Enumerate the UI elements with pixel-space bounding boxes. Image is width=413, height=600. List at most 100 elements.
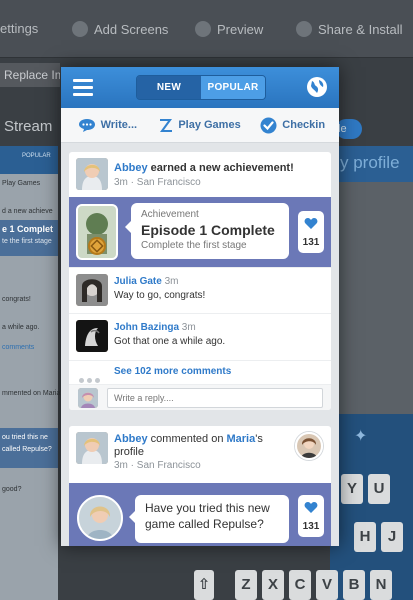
achievement-subtitle: Complete the first stage <box>141 240 247 251</box>
ellipsis-icon <box>79 370 105 383</box>
checkin-button[interactable]: Checkin <box>246 108 339 142</box>
tab-popular[interactable]: POPULAR <box>201 76 265 99</box>
play-games-button[interactable]: Play Games <box>154 108 247 142</box>
globe-icon[interactable] <box>306 76 328 98</box>
post-verb: commented on <box>147 433 227 445</box>
heart-icon <box>304 218 318 229</box>
twitter-icon: ✦ <box>354 428 368 445</box>
share-install-tool[interactable]: Share & Install <box>296 21 403 37</box>
post-meta: 3m · San Francisco <box>114 460 201 471</box>
profile-pill: le <box>336 119 362 139</box>
shift-key: ⇧ <box>194 570 214 600</box>
message-bubble: Have you tried this new game called Repu… <box>129 495 289 543</box>
post-meta: 3m · San Francisco <box>114 177 201 188</box>
preview-tool[interactable]: Preview <box>195 21 263 37</box>
left-preview-bar: POPULAR <box>0 146 58 174</box>
post-header: Abbey earned a new achievement! 3m · San… <box>69 152 331 196</box>
write-label: Write... <box>100 119 138 131</box>
achievement-title: Episode 1 Complete <box>141 222 275 238</box>
keyboard-key: J <box>381 522 403 552</box>
checkin-label: Checkin <box>282 119 326 131</box>
comment-author-link[interactable]: John Bazinga <box>114 322 179 333</box>
post-target-link[interactable]: Maria <box>227 433 256 445</box>
right-preview-title: y profile <box>340 153 400 172</box>
post-headline: Abbey commented on Maria's profile 3m · … <box>114 433 284 472</box>
like-count: 131 <box>302 521 320 532</box>
keyboard-key: B <box>343 570 365 600</box>
app-header: NEW POPULAR <box>61 67 339 108</box>
post-header: Abbey commented on Maria's profile 3m · … <box>69 426 331 478</box>
left-screen-preview[interactable]: POPULAR Play Games d a new achieve e 1 C… <box>0 146 65 600</box>
keyboard-key: N <box>370 570 392 600</box>
keyboard-key: V <box>316 570 338 600</box>
achievement-badge-icon <box>76 204 118 260</box>
left-preview-text: d a new achieve <box>2 208 53 215</box>
stream-label: Stream <box>4 118 53 135</box>
comment-author-link[interactable]: Julia Gate <box>114 276 162 287</box>
achievement-kicker: Achievement <box>141 209 199 220</box>
keyboard-key: Y <box>341 474 363 504</box>
comment-header: John Bazinga 3m <box>114 322 196 333</box>
left-preview-text: a while ago. <box>2 324 40 331</box>
comment-body: Got that one a while ago. <box>114 336 226 347</box>
left-preview-text: te the first stage <box>2 238 52 245</box>
keyboard-key: X <box>262 570 284 600</box>
eye-icon <box>195 21 211 37</box>
keyboard-key: C <box>289 570 311 600</box>
settings-tool[interactable]: ettings <box>0 21 38 36</box>
tab-new[interactable]: NEW <box>137 76 201 99</box>
post-author-link[interactable]: Abbey <box>114 162 148 174</box>
right-preview-bar: y profile <box>330 146 413 182</box>
editor-toolbar: ettings Add Screens Preview Share & Inst… <box>0 0 413 58</box>
keyboard-key: U <box>368 474 390 504</box>
post-headline: Abbey earned a new achievement! 3m · San… <box>114 161 294 190</box>
left-preview-play-games: Play Games <box>2 180 41 187</box>
like-button[interactable]: 131 <box>298 211 324 253</box>
feed-tabs: NEW POPULAR <box>136 75 266 100</box>
left-preview-tab: POPULAR <box>22 153 51 159</box>
comment-time: 3m <box>181 322 196 333</box>
heart-icon <box>304 502 318 513</box>
left-preview-text: called Repulse? <box>2 446 52 453</box>
feed-card-comment: Abbey commented on Maria's profile 3m · … <box>69 426 331 546</box>
left-preview-text: good? <box>2 486 22 493</box>
share-icon <box>296 21 312 37</box>
keyboard-key: Z <box>235 570 257 600</box>
replace-image-button[interactable]: Replace Im <box>0 63 60 87</box>
reply-row <box>69 384 331 410</box>
write-button[interactable]: Write... <box>61 108 154 142</box>
preview-label: Preview <box>217 21 264 37</box>
profile-avatar[interactable] <box>295 432 323 460</box>
left-preview-text: e 1 Complet <box>2 224 54 234</box>
left-preview-text: ou tried this ne <box>2 434 48 441</box>
comment-item: John Bazinga 3m Got that one a while ago… <box>69 313 331 359</box>
share-install-label: Share & Install <box>318 21 403 37</box>
zynga-z-icon <box>160 118 173 132</box>
see-more-comments-link[interactable]: See 102 more comments <box>114 366 231 377</box>
comment-item: Julia Gate 3m Way to go, congrats! <box>69 267 331 313</box>
reply-input[interactable] <box>107 388 323 408</box>
avatar[interactable] <box>76 432 108 464</box>
achievement-bubble: Achievement Episode 1 Complete Complete … <box>125 203 289 259</box>
post-author-link[interactable]: Abbey <box>114 433 148 445</box>
settings-label: ettings <box>0 21 39 36</box>
checkmark-circle-icon <box>260 117 277 133</box>
menu-icon[interactable] <box>73 79 93 96</box>
achievement-band: Achievement Episode 1 Complete Complete … <box>69 197 331 267</box>
plus-circle-icon <box>72 21 88 37</box>
chat-bubble-icon <box>78 118 95 132</box>
left-preview-text: mmented on Maria's <box>2 390 66 397</box>
like-button[interactable]: 131 <box>298 495 324 537</box>
avatar[interactable] <box>77 495 123 541</box>
comment-time: 3m <box>164 276 179 287</box>
add-screens-label: Add Screens <box>94 21 169 37</box>
comment-body: Way to go, congrats! <box>114 290 206 301</box>
add-screens-tool[interactable]: Add Screens <box>72 21 168 37</box>
app-preview-window: NEW POPULAR Write... Play Games Checkin … <box>61 67 339 546</box>
avatar[interactable] <box>76 158 108 190</box>
like-count: 131 <box>302 237 320 248</box>
avatar[interactable] <box>76 274 108 306</box>
more-comments-row: See 102 more comments <box>69 360 331 384</box>
avatar <box>78 388 98 408</box>
avatar[interactable] <box>76 320 108 352</box>
